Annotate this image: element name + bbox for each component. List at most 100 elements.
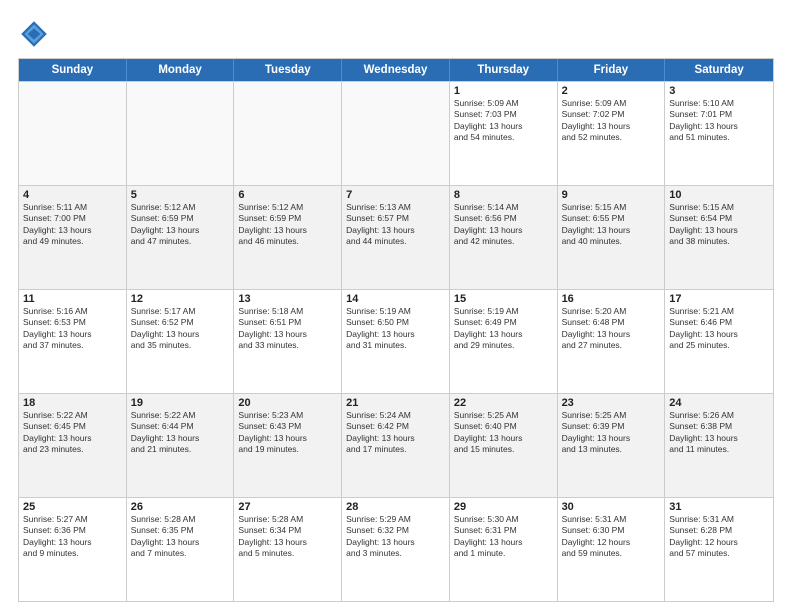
cell-detail: Sunrise: 5:09 AM Sunset: 7:03 PM Dayligh…	[454, 98, 553, 144]
day-cell-12: 12Sunrise: 5:17 AM Sunset: 6:52 PM Dayli…	[127, 290, 235, 393]
day-header-thursday: Thursday	[450, 59, 558, 81]
day-number: 13	[238, 293, 337, 305]
day-cell-16: 16Sunrise: 5:20 AM Sunset: 6:48 PM Dayli…	[558, 290, 666, 393]
day-number: 19	[131, 397, 230, 409]
day-number: 11	[23, 293, 122, 305]
day-cell-27: 27Sunrise: 5:28 AM Sunset: 6:34 PM Dayli…	[234, 498, 342, 601]
cell-detail: Sunrise: 5:24 AM Sunset: 6:42 PM Dayligh…	[346, 410, 445, 456]
day-cell-11: 11Sunrise: 5:16 AM Sunset: 6:53 PM Dayli…	[19, 290, 127, 393]
day-header-tuesday: Tuesday	[234, 59, 342, 81]
day-cell-25: 25Sunrise: 5:27 AM Sunset: 6:36 PM Dayli…	[19, 498, 127, 601]
day-cell-14: 14Sunrise: 5:19 AM Sunset: 6:50 PM Dayli…	[342, 290, 450, 393]
day-cell-22: 22Sunrise: 5:25 AM Sunset: 6:40 PM Dayli…	[450, 394, 558, 497]
day-header-monday: Monday	[127, 59, 235, 81]
calendar: SundayMondayTuesdayWednesdayThursdayFrid…	[18, 58, 774, 602]
day-cell-10: 10Sunrise: 5:15 AM Sunset: 6:54 PM Dayli…	[665, 186, 773, 289]
day-cell-7: 7Sunrise: 5:13 AM Sunset: 6:57 PM Daylig…	[342, 186, 450, 289]
day-number: 25	[23, 501, 122, 513]
day-number: 8	[454, 189, 553, 201]
day-cell-8: 8Sunrise: 5:14 AM Sunset: 6:56 PM Daylig…	[450, 186, 558, 289]
cell-detail: Sunrise: 5:27 AM Sunset: 6:36 PM Dayligh…	[23, 514, 122, 560]
day-cell-17: 17Sunrise: 5:21 AM Sunset: 6:46 PM Dayli…	[665, 290, 773, 393]
calendar-row-0: 1Sunrise: 5:09 AM Sunset: 7:03 PM Daylig…	[19, 81, 773, 185]
cell-detail: Sunrise: 5:31 AM Sunset: 6:28 PM Dayligh…	[669, 514, 769, 560]
cell-detail: Sunrise: 5:12 AM Sunset: 6:59 PM Dayligh…	[131, 202, 230, 248]
cell-detail: Sunrise: 5:29 AM Sunset: 6:32 PM Dayligh…	[346, 514, 445, 560]
day-cell-20: 20Sunrise: 5:23 AM Sunset: 6:43 PM Dayli…	[234, 394, 342, 497]
day-number: 6	[238, 189, 337, 201]
day-number: 17	[669, 293, 769, 305]
day-number: 30	[562, 501, 661, 513]
cell-detail: Sunrise: 5:23 AM Sunset: 6:43 PM Dayligh…	[238, 410, 337, 456]
cell-detail: Sunrise: 5:22 AM Sunset: 6:45 PM Dayligh…	[23, 410, 122, 456]
day-cell-13: 13Sunrise: 5:18 AM Sunset: 6:51 PM Dayli…	[234, 290, 342, 393]
day-number: 7	[346, 189, 445, 201]
day-cell-23: 23Sunrise: 5:25 AM Sunset: 6:39 PM Dayli…	[558, 394, 666, 497]
cell-detail: Sunrise: 5:20 AM Sunset: 6:48 PM Dayligh…	[562, 306, 661, 352]
cell-detail: Sunrise: 5:30 AM Sunset: 6:31 PM Dayligh…	[454, 514, 553, 560]
calendar-header: SundayMondayTuesdayWednesdayThursdayFrid…	[19, 59, 773, 81]
empty-cell	[342, 82, 450, 185]
day-cell-1: 1Sunrise: 5:09 AM Sunset: 7:03 PM Daylig…	[450, 82, 558, 185]
day-number: 20	[238, 397, 337, 409]
day-number: 10	[669, 189, 769, 201]
cell-detail: Sunrise: 5:10 AM Sunset: 7:01 PM Dayligh…	[669, 98, 769, 144]
day-number: 2	[562, 85, 661, 97]
cell-detail: Sunrise: 5:22 AM Sunset: 6:44 PM Dayligh…	[131, 410, 230, 456]
day-header-wednesday: Wednesday	[342, 59, 450, 81]
day-number: 24	[669, 397, 769, 409]
day-number: 15	[454, 293, 553, 305]
day-cell-26: 26Sunrise: 5:28 AM Sunset: 6:35 PM Dayli…	[127, 498, 235, 601]
empty-cell	[234, 82, 342, 185]
day-number: 31	[669, 501, 769, 513]
day-cell-19: 19Sunrise: 5:22 AM Sunset: 6:44 PM Dayli…	[127, 394, 235, 497]
day-number: 16	[562, 293, 661, 305]
calendar-row-3: 18Sunrise: 5:22 AM Sunset: 6:45 PM Dayli…	[19, 393, 773, 497]
day-number: 1	[454, 85, 553, 97]
day-number: 9	[562, 189, 661, 201]
calendar-body: 1Sunrise: 5:09 AM Sunset: 7:03 PM Daylig…	[19, 81, 773, 601]
day-header-friday: Friday	[558, 59, 666, 81]
empty-cell	[19, 82, 127, 185]
cell-detail: Sunrise: 5:15 AM Sunset: 6:54 PM Dayligh…	[669, 202, 769, 248]
day-number: 29	[454, 501, 553, 513]
day-cell-15: 15Sunrise: 5:19 AM Sunset: 6:49 PM Dayli…	[450, 290, 558, 393]
day-number: 21	[346, 397, 445, 409]
day-cell-9: 9Sunrise: 5:15 AM Sunset: 6:55 PM Daylig…	[558, 186, 666, 289]
day-cell-18: 18Sunrise: 5:22 AM Sunset: 6:45 PM Dayli…	[19, 394, 127, 497]
day-number: 23	[562, 397, 661, 409]
cell-detail: Sunrise: 5:19 AM Sunset: 6:50 PM Dayligh…	[346, 306, 445, 352]
cell-detail: Sunrise: 5:25 AM Sunset: 6:40 PM Dayligh…	[454, 410, 553, 456]
cell-detail: Sunrise: 5:21 AM Sunset: 6:46 PM Dayligh…	[669, 306, 769, 352]
cell-detail: Sunrise: 5:28 AM Sunset: 6:34 PM Dayligh…	[238, 514, 337, 560]
day-number: 28	[346, 501, 445, 513]
cell-detail: Sunrise: 5:18 AM Sunset: 6:51 PM Dayligh…	[238, 306, 337, 352]
cell-detail: Sunrise: 5:31 AM Sunset: 6:30 PM Dayligh…	[562, 514, 661, 560]
logo-icon	[18, 18, 50, 50]
empty-cell	[127, 82, 235, 185]
day-number: 27	[238, 501, 337, 513]
cell-detail: Sunrise: 5:11 AM Sunset: 7:00 PM Dayligh…	[23, 202, 122, 248]
cell-detail: Sunrise: 5:25 AM Sunset: 6:39 PM Dayligh…	[562, 410, 661, 456]
day-number: 14	[346, 293, 445, 305]
day-number: 18	[23, 397, 122, 409]
cell-detail: Sunrise: 5:26 AM Sunset: 6:38 PM Dayligh…	[669, 410, 769, 456]
logo	[18, 18, 54, 50]
day-header-sunday: Sunday	[19, 59, 127, 81]
day-cell-5: 5Sunrise: 5:12 AM Sunset: 6:59 PM Daylig…	[127, 186, 235, 289]
day-cell-29: 29Sunrise: 5:30 AM Sunset: 6:31 PM Dayli…	[450, 498, 558, 601]
day-number: 22	[454, 397, 553, 409]
day-cell-30: 30Sunrise: 5:31 AM Sunset: 6:30 PM Dayli…	[558, 498, 666, 601]
day-cell-6: 6Sunrise: 5:12 AM Sunset: 6:59 PM Daylig…	[234, 186, 342, 289]
cell-detail: Sunrise: 5:17 AM Sunset: 6:52 PM Dayligh…	[131, 306, 230, 352]
cell-detail: Sunrise: 5:15 AM Sunset: 6:55 PM Dayligh…	[562, 202, 661, 248]
day-cell-24: 24Sunrise: 5:26 AM Sunset: 6:38 PM Dayli…	[665, 394, 773, 497]
calendar-row-1: 4Sunrise: 5:11 AM Sunset: 7:00 PM Daylig…	[19, 185, 773, 289]
day-number: 4	[23, 189, 122, 201]
calendar-row-4: 25Sunrise: 5:27 AM Sunset: 6:36 PM Dayli…	[19, 497, 773, 601]
cell-detail: Sunrise: 5:13 AM Sunset: 6:57 PM Dayligh…	[346, 202, 445, 248]
day-cell-21: 21Sunrise: 5:24 AM Sunset: 6:42 PM Dayli…	[342, 394, 450, 497]
day-number: 5	[131, 189, 230, 201]
day-cell-3: 3Sunrise: 5:10 AM Sunset: 7:01 PM Daylig…	[665, 82, 773, 185]
day-cell-31: 31Sunrise: 5:31 AM Sunset: 6:28 PM Dayli…	[665, 498, 773, 601]
